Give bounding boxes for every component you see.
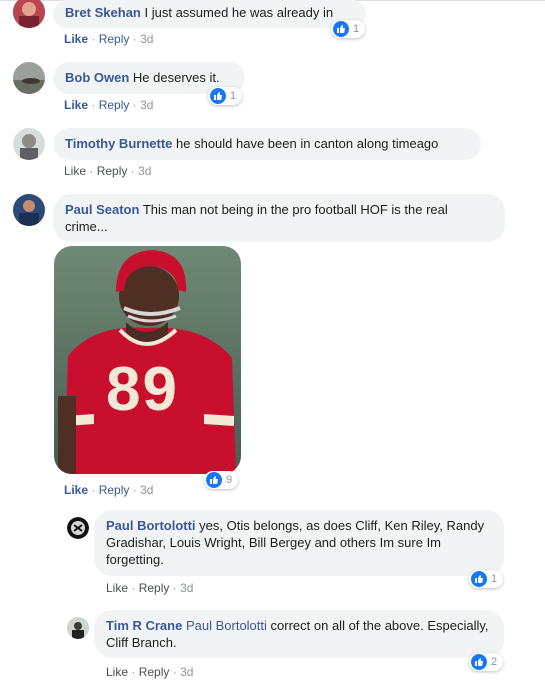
timestamp[interactable]: 3d (180, 665, 193, 679)
comment-bubble: Bret Skehan I just assumed he was alread… (53, 0, 366, 28)
comment-author[interactable]: Bret Skehan (65, 5, 141, 20)
separator: · (172, 581, 177, 595)
thumbs-up-icon (471, 571, 487, 587)
timestamp[interactable]: 3d (140, 98, 153, 112)
reaction-count[interactable]: 1 (208, 87, 243, 105)
avatar[interactable] (13, 194, 45, 226)
like-button[interactable]: Like (64, 32, 88, 46)
reaction-count[interactable]: 2 (469, 653, 504, 671)
thumbs-up-icon (333, 21, 349, 37)
like-button[interactable]: Like (106, 581, 128, 595)
timestamp[interactable]: 3d (140, 32, 153, 46)
comment-actions: Like · Reply · 3d (106, 581, 193, 595)
mention-link[interactable]: Paul Bortolotti (186, 618, 267, 633)
reaction-count[interactable]: 1 (331, 20, 366, 38)
separator: · (132, 483, 137, 497)
reply-button[interactable]: Reply (139, 665, 170, 679)
timestamp[interactable]: 3d (180, 581, 193, 595)
comment-bubble: Paul Seaton This man not being in the pr… (53, 194, 505, 242)
thumbs-up-icon (206, 472, 222, 488)
avatar[interactable] (67, 517, 89, 539)
comment-text: I just assumed he was already in (144, 5, 334, 20)
comment-author[interactable]: Paul Bortolotti (106, 518, 196, 533)
separator: · (132, 32, 137, 46)
comment-actions: Like · Reply · 3d (106, 665, 193, 679)
comment-author[interactable]: Paul Seaton (65, 202, 139, 217)
comment-actions: Like · Reply · 3d (64, 98, 153, 112)
like-button[interactable]: Like (64, 483, 88, 497)
separator: · (132, 98, 137, 112)
avatar[interactable] (13, 128, 45, 160)
reply-bubble: Paul Bortolotti yes, Otis belongs, as do… (94, 510, 504, 576)
separator: · (131, 665, 136, 679)
reaction-number: 1 (353, 23, 360, 35)
comment-text: He deserves it. (132, 70, 220, 85)
reaction-number: 9 (226, 474, 233, 486)
separator: · (131, 581, 136, 595)
thumbs-up-icon (471, 654, 487, 670)
separator: · (130, 164, 135, 178)
avatar[interactable] (13, 0, 45, 28)
reply-button[interactable]: Reply (99, 98, 130, 112)
comment-author[interactable]: Tim R Crane (106, 618, 182, 633)
separator: · (89, 164, 94, 178)
separator: · (91, 32, 96, 46)
avatar[interactable] (67, 617, 89, 639)
like-button[interactable]: Like (64, 164, 86, 178)
comment-actions: Like · Reply · 3d (64, 32, 153, 46)
thumbs-up-icon (210, 88, 226, 104)
avatar[interactable] (13, 62, 45, 94)
like-button[interactable]: Like (106, 665, 128, 679)
reaction-count[interactable]: 1 (469, 570, 504, 588)
reply-button[interactable]: Reply (99, 483, 130, 497)
comment-author[interactable]: Bob Owen (65, 70, 129, 85)
reply-bubble: Tim R Crane Paul Bortolotti correct on a… (94, 610, 504, 658)
comment-actions: Like · Reply · 3d (64, 164, 151, 178)
comment-text: he should have been in canton along time… (176, 136, 439, 151)
reply-button[interactable]: Reply (99, 32, 130, 46)
comment-author[interactable]: Timothy Burnette (65, 136, 172, 151)
timestamp[interactable]: 3d (140, 483, 153, 497)
reaction-number: 1 (491, 573, 498, 585)
separator: · (91, 483, 96, 497)
reaction-number: 2 (491, 656, 498, 668)
like-button[interactable]: Like (64, 98, 88, 112)
comment-bubble: Timothy Burnette he should have been in … (53, 128, 481, 160)
reply-button[interactable]: Reply (139, 581, 170, 595)
reaction-count[interactable]: 9 (204, 471, 239, 489)
reaction-number: 1 (230, 90, 237, 102)
separator: · (91, 98, 96, 112)
comment-photo[interactable]: 89 (54, 246, 241, 474)
jersey-number: 89 (106, 355, 179, 424)
separator: · (172, 665, 177, 679)
timestamp[interactable]: 3d (138, 164, 151, 178)
reply-button[interactable]: Reply (97, 164, 128, 178)
comment-actions: Like · Reply · 3d (64, 483, 153, 497)
